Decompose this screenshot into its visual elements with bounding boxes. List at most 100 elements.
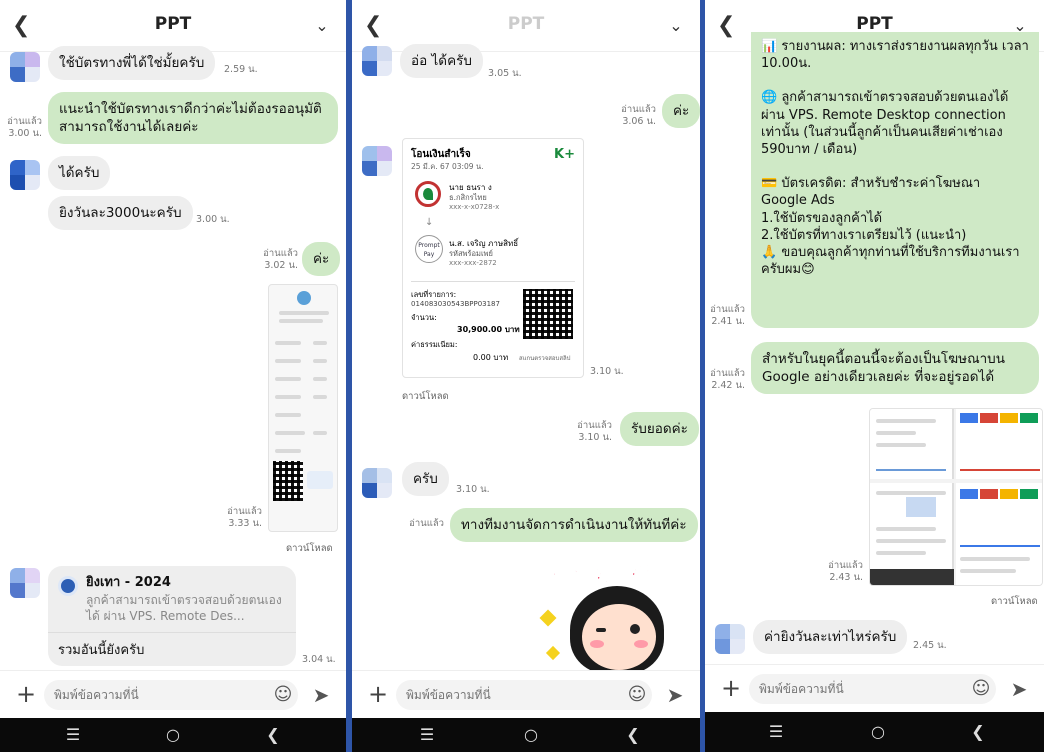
message-bubble[interactable]: ค่ะ	[302, 242, 341, 277]
screenshot-images[interactable]	[869, 408, 1043, 586]
message-input-bar: + ☺ ➤	[705, 664, 1044, 712]
message-input[interactable]	[396, 680, 652, 710]
chat-title: PPT	[856, 14, 893, 34]
message-time: 2.42 น.	[711, 380, 745, 391]
avatar[interactable]	[362, 146, 392, 176]
message-time: 3.00 น.	[8, 128, 42, 139]
message-time: 2.45 น.	[913, 640, 947, 651]
nav-back-icon[interactable]: ❮	[965, 720, 991, 744]
slip-fee-label: ค่าธรรมเนียม:	[411, 340, 458, 349]
download-link[interactable]: ดาวน์โหลด	[991, 594, 1038, 609]
slip-header: โอนเงินสำเร็จ	[411, 149, 471, 160]
avatar[interactable]	[362, 46, 392, 76]
read-receipt: อ่านแล้ว	[409, 518, 444, 529]
bank-icon	[415, 181, 441, 207]
thank-you-sticker[interactable]: ขอบคุณค่ะ	[539, 552, 692, 674]
message-bubble[interactable]: 📊 รายงานผล: ทางเราส่งรายงานผลทุกวัน เวลา…	[751, 32, 1039, 328]
chat-header: ❮ PPT ⌄	[0, 0, 346, 52]
system-nav-bar: ☰ ○ ❮	[0, 718, 346, 752]
read-receipt: อ่านแล้ว	[710, 368, 745, 379]
slip-amount-label: จำนวน:	[411, 313, 437, 322]
message-list[interactable]: ใช้บัตรทางพี่ได้ใช่มั้ยครับ 2.59 น. อ่าน…	[0, 46, 346, 670]
message-bubble[interactable]: ครับ	[402, 462, 449, 497]
message-time: 3.10 น.	[456, 484, 490, 495]
download-link[interactable]: ดาวน์โหลด	[402, 389, 449, 404]
send-icon[interactable]: ➤	[662, 682, 688, 708]
message-time: 3.06 น.	[622, 116, 656, 127]
message-time: 3.02 น.	[264, 260, 298, 271]
document-image[interactable]	[268, 284, 338, 532]
message-input[interactable]	[44, 680, 298, 710]
nav-home-icon[interactable]: ○	[865, 720, 891, 744]
reply-bubble[interactable]: ยิงเทา - 2024 ลูกค้าสามารถเข้าตรวจสอบด้ว…	[48, 566, 296, 666]
slip-ref: 014083030543BPP03187	[411, 300, 500, 308]
bank-logo: K+	[554, 147, 575, 162]
send-icon[interactable]: ➤	[1006, 676, 1032, 702]
chevron-down-icon[interactable]: ⌄	[310, 12, 334, 40]
read-receipt: อ่านแล้ว	[710, 304, 745, 315]
message-bubble[interactable]: ทางทีมงานจัดการดำเนินงานให้ทันทีค่ะ	[450, 508, 698, 543]
arrow-down-icon: ↓	[425, 217, 434, 228]
message-input-bar: + ☺ ➤	[352, 670, 700, 718]
transfer-slip-image[interactable]: โอนเงินสำเร็จ 25 มี.ค. 67 03:09 น. K+ นา…	[402, 138, 584, 378]
nav-back-icon[interactable]: ❮	[620, 723, 646, 747]
system-nav-bar: ☰ ○ ❮	[352, 718, 700, 752]
message-time: 3.10 น.	[578, 432, 612, 443]
avatar[interactable]	[362, 468, 392, 498]
reply-preview: ลูกค้าสามารถเข้าตรวจสอบด้วยตนเองได้ ผ่าน…	[86, 593, 282, 624]
reply-text: รวมอันนี้ยังครับ	[58, 643, 145, 658]
read-receipt: อ่านแล้ว	[621, 104, 656, 115]
nav-home-icon[interactable]: ○	[518, 723, 544, 747]
message-bubble[interactable]: ใช้บัตรทางพี่ได้ใช่มั้ยครับ	[48, 46, 216, 81]
nav-menu-icon[interactable]: ☰	[763, 720, 789, 744]
slip-scan-label: สแกนตรวจสอบสลิป	[519, 355, 571, 362]
message-list[interactable]: อ่อ ได้ครับ 3.05 น. อ่านแล้ว 3.06 น. ค่ะ…	[352, 44, 700, 674]
avatar[interactable]	[715, 624, 745, 654]
qr-code	[273, 461, 303, 501]
message-time: 2.41 น.	[711, 316, 745, 327]
plus-icon[interactable]: +	[12, 679, 40, 709]
system-nav-bar: ☰ ○ ❮	[705, 712, 1044, 752]
read-receipt: อ่านแล้ว	[828, 560, 863, 571]
nav-home-icon[interactable]: ○	[160, 723, 186, 747]
qr-code	[523, 289, 573, 339]
logo-icon	[297, 291, 311, 305]
read-receipt: อ่านแล้ว	[263, 248, 298, 259]
emoji-icon[interactable]: ☺	[626, 684, 648, 706]
message-bubble[interactable]: ค่ายิงวันละเท่าไหร่ครับ	[753, 620, 908, 655]
nav-back-icon[interactable]: ❮	[260, 723, 286, 747]
slip-date: 25 มี.ค. 67 03:09 น.	[411, 162, 484, 171]
emoji-icon[interactable]: ☺	[970, 678, 992, 700]
message-bubble[interactable]: รับยอดค่ะ	[620, 412, 699, 447]
chat-panel-1: ❮ PPT ⌄ ใช้บัตรทางพี่ได้ใช่มั้ยครับ 2.59…	[0, 0, 346, 752]
message-list[interactable]: 📊 รายงานผล: ทางเราส่งรายงานผลทุกวัน เวลา…	[705, 32, 1044, 670]
message-bubble[interactable]: ได้ครับ	[48, 156, 111, 191]
slip-to-acct: xxx-xxx-2872	[449, 259, 497, 267]
message-bubble[interactable]: ค่ะ	[662, 94, 700, 129]
avatar[interactable]	[10, 568, 40, 598]
sticker-face	[582, 604, 656, 670]
nav-menu-icon[interactable]: ☰	[60, 723, 86, 747]
message-input[interactable]	[749, 674, 996, 704]
slip-amount: 30,900.00 บาท	[457, 325, 520, 334]
read-receipt: อ่านแล้ว	[227, 506, 262, 517]
send-icon[interactable]: ➤	[308, 682, 334, 708]
message-bubble[interactable]: อ่อ ได้ครับ	[400, 44, 483, 79]
chat-title: PPT	[154, 14, 192, 34]
screenshot-collage: ❮ PPT ⌄ ใช้บัตรทางพี่ได้ใช่มั้ยครับ 2.59…	[0, 0, 1044, 752]
message-input-bar: + ☺ ➤	[0, 670, 346, 718]
chevron-down-icon[interactable]: ⌄	[664, 12, 688, 40]
nav-menu-icon[interactable]: ☰	[414, 723, 440, 747]
plus-icon[interactable]: +	[364, 679, 392, 709]
message-bubble[interactable]: ยิงวันละ3000นะครับ	[48, 196, 193, 231]
avatar[interactable]	[10, 52, 40, 82]
message-bubble[interactable]: แนะนำใช้บัตรทางเราดีกว่าค่ะไม่ต้องรออนุม…	[48, 92, 338, 145]
message-time: 3.05 น.	[488, 68, 522, 79]
emoji-icon[interactable]: ☺	[272, 684, 294, 706]
promptpay-icon: Prompt Pay	[415, 235, 443, 263]
avatar[interactable]	[10, 160, 40, 190]
plus-icon[interactable]: +	[717, 673, 745, 703]
download-link[interactable]: ดาวน์โหลด	[286, 541, 333, 556]
read-receipt: อ่านแล้ว	[7, 116, 42, 127]
message-bubble[interactable]: สำหรับในยุคนี้ตอนนี้จะต้องเป็นโฆษณาบน Go…	[751, 342, 1039, 395]
